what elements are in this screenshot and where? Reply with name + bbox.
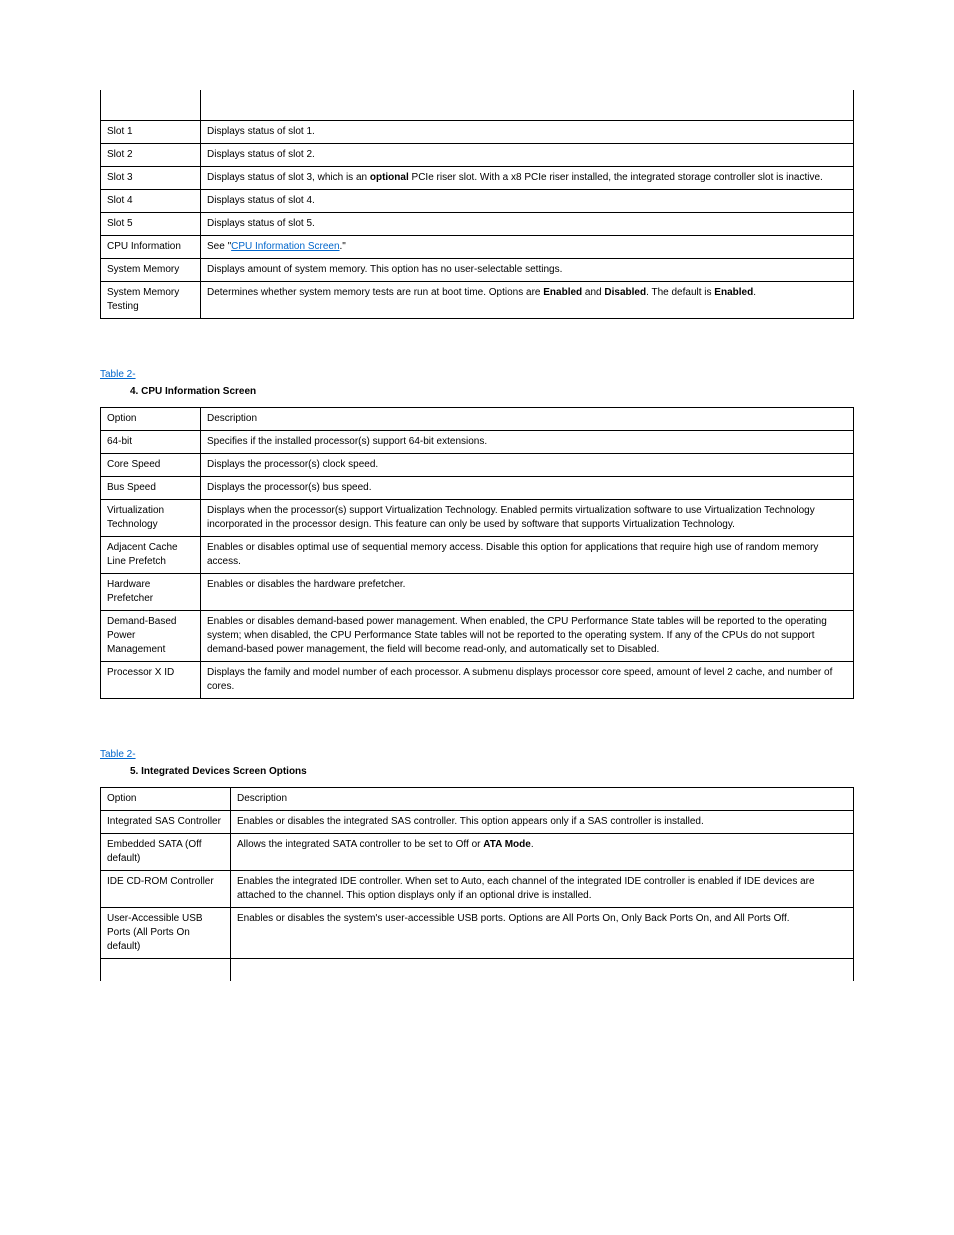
desc-slot4: Displays status of slot 4. bbox=[201, 190, 854, 213]
opt-hwpref: Hardware Prefetcher bbox=[101, 574, 201, 611]
link-cpu-information[interactable]: CPU Information Screen bbox=[231, 241, 339, 252]
text: Determines whether system memory tests a… bbox=[207, 287, 543, 298]
desc-usbports: Enables or disables the system's user-ac… bbox=[231, 908, 854, 959]
desc-adjcache: Enables or disables optimal use of seque… bbox=[201, 537, 854, 574]
text: ." bbox=[340, 241, 346, 252]
link-table-2-5[interactable]: Table 2- bbox=[100, 749, 136, 760]
opt-corespeed: Core Speed bbox=[101, 454, 201, 477]
desc-sysmem: Displays amount of system memory. This o… bbox=[201, 259, 854, 282]
text-bold: Disabled bbox=[604, 287, 646, 298]
table-cell bbox=[101, 90, 201, 121]
link-table-2-4[interactable]: Table 2- bbox=[100, 369, 136, 380]
desc-demandpwr: Enables or disables demand-based power m… bbox=[201, 611, 854, 662]
desc-corespeed: Displays the processor(s) clock speed. bbox=[201, 454, 854, 477]
table-cell bbox=[101, 959, 231, 982]
desc-sysmemtest: Determines whether system memory tests a… bbox=[201, 282, 854, 319]
opt-idecdrom: IDE CD-ROM Controller bbox=[101, 871, 231, 908]
table-cell bbox=[201, 90, 854, 121]
text-bold: Enabled bbox=[714, 287, 753, 298]
desc-hwpref: Enables or disables the hardware prefetc… bbox=[201, 574, 854, 611]
opt-embsata: Embedded SATA (Off default) bbox=[101, 834, 231, 871]
opt-virttech: Virtualization Technology bbox=[101, 500, 201, 537]
text: Allows the integrated SATA controller to… bbox=[237, 839, 483, 850]
desc-intsas: Enables or disables the integrated SAS c… bbox=[231, 811, 854, 834]
opt-busspeed: Bus Speed bbox=[101, 477, 201, 500]
opt-intsas: Integrated SAS Controller bbox=[101, 811, 231, 834]
opt-slot4: Slot 4 bbox=[101, 190, 201, 213]
opt-64bit: 64-bit bbox=[101, 431, 201, 454]
table-caption-4: 4. CPU Information Screen bbox=[130, 386, 854, 397]
text: . bbox=[753, 287, 756, 298]
text: and bbox=[582, 287, 604, 298]
opt-slot3: Slot 3 bbox=[101, 167, 201, 190]
table-caption-5: 5. Integrated Devices Screen Options bbox=[130, 766, 854, 777]
desc-procxid: Displays the family and model number of … bbox=[201, 662, 854, 699]
desc-slot1: Displays status of slot 1. bbox=[201, 121, 854, 144]
table-label-5: Table 2- bbox=[100, 749, 854, 760]
text-bold: ATA Mode bbox=[483, 839, 531, 850]
opt-slot2: Slot 2 bbox=[101, 144, 201, 167]
text-bold: optional bbox=[370, 172, 409, 183]
desc-embsata: Allows the integrated SATA controller to… bbox=[231, 834, 854, 871]
th-description: Description bbox=[201, 408, 854, 431]
desc-slot2: Displays status of slot 2. bbox=[201, 144, 854, 167]
opt-slot1: Slot 1 bbox=[101, 121, 201, 144]
text-bold: Enabled bbox=[543, 287, 582, 298]
desc-cpuinfo: See "CPU Information Screen." bbox=[201, 236, 854, 259]
opt-procxid: Processor X ID bbox=[101, 662, 201, 699]
table-4: Option Description 64-bit Specifies if t… bbox=[100, 407, 854, 699]
text: Displays status of slot 3, which is an bbox=[207, 172, 370, 183]
opt-sysmemtest: System Memory Testing bbox=[101, 282, 201, 319]
desc-64bit: Specifies if the installed processor(s) … bbox=[201, 431, 854, 454]
table-label-4: Table 2- bbox=[100, 369, 854, 380]
table-5: Option Description Integrated SAS Contro… bbox=[100, 787, 854, 981]
text: PCIe riser slot. With a x8 PCIe riser in… bbox=[409, 172, 823, 183]
opt-slot5: Slot 5 bbox=[101, 213, 201, 236]
desc-busspeed: Displays the processor(s) bus speed. bbox=[201, 477, 854, 500]
th-option: Option bbox=[101, 408, 201, 431]
desc-slot3: Displays status of slot 3, which is an o… bbox=[201, 167, 854, 190]
th-option: Option bbox=[101, 788, 231, 811]
text: . The default is bbox=[646, 287, 714, 298]
opt-demandpwr: Demand-Based Power Management bbox=[101, 611, 201, 662]
th-description: Description bbox=[231, 788, 854, 811]
desc-virttech: Displays when the processor(s) support V… bbox=[201, 500, 854, 537]
opt-sysmem: System Memory bbox=[101, 259, 201, 282]
desc-idecdrom: Enables the integrated IDE controller. W… bbox=[231, 871, 854, 908]
opt-cpuinfo: CPU Information bbox=[101, 236, 201, 259]
document-page: Slot 1 Displays status of slot 1. Slot 2… bbox=[0, 0, 954, 1021]
table-3: Slot 1 Displays status of slot 1. Slot 2… bbox=[100, 90, 854, 319]
opt-usbports: User-Accessible USB Ports (All Ports On … bbox=[101, 908, 231, 959]
text: See " bbox=[207, 241, 231, 252]
text: . bbox=[531, 839, 534, 850]
desc-slot5: Displays status of slot 5. bbox=[201, 213, 854, 236]
opt-adjcache: Adjacent Cache Line Prefetch bbox=[101, 537, 201, 574]
table-cell bbox=[231, 959, 854, 982]
